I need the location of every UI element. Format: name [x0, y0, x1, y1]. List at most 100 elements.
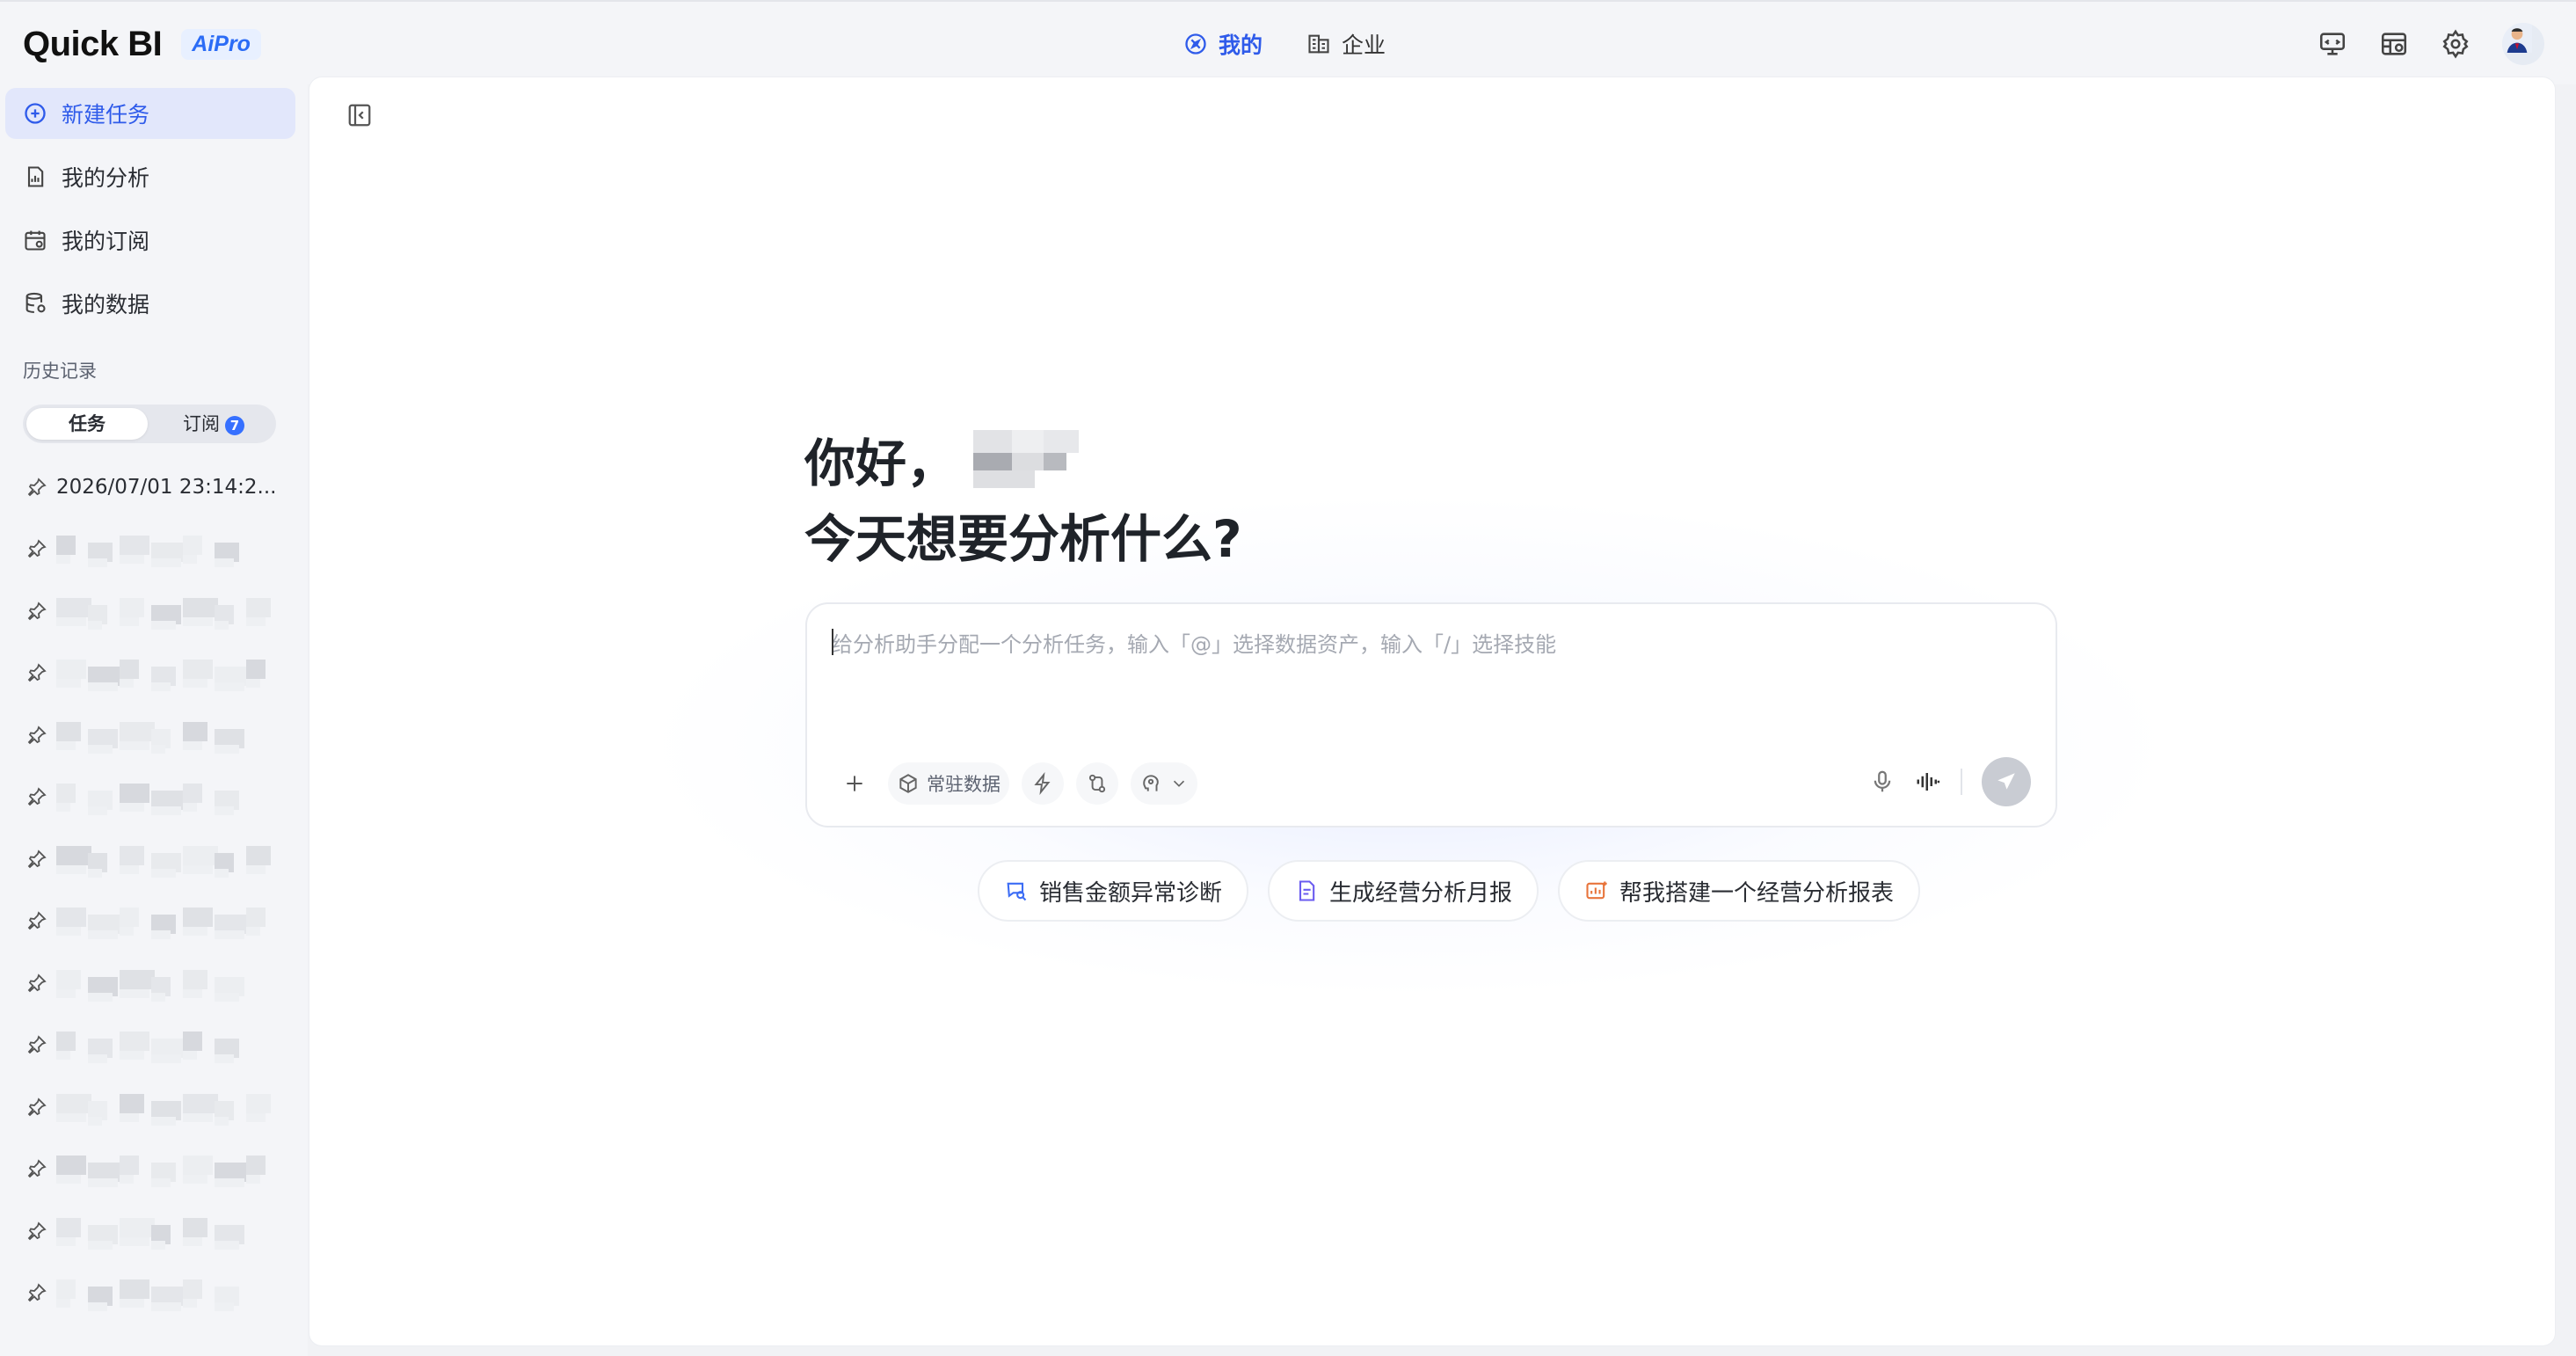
- model-select-button[interactable]: [1131, 762, 1197, 805]
- tab-mine[interactable]: 我的: [1183, 28, 1263, 60]
- tab-subscriptions[interactable]: 订阅 7: [155, 408, 273, 440]
- sidebar-item-new-task[interactable]: 新建任务: [5, 88, 295, 139]
- pin-icon: [27, 601, 47, 620]
- chevron-down-icon: [1173, 780, 1185, 787]
- history-item-redacted[interactable]: [26, 896, 290, 945]
- tab-subscriptions-label: 订阅: [183, 413, 220, 434]
- top-bar: Quick BI AiPro 我的 企业: [0, 0, 2576, 84]
- gear-icon[interactable]: [2441, 29, 2470, 59]
- pin-icon: [27, 478, 47, 497]
- dashboard-build-icon: [1586, 881, 1607, 900]
- add-attachment-button[interactable]: [833, 762, 876, 805]
- resident-data-button[interactable]: 常驻数据: [888, 762, 1009, 805]
- brain-icon: [1143, 775, 1159, 791]
- pin-icon: [27, 849, 47, 868]
- quick-skill-button[interactable]: [1022, 762, 1064, 805]
- workflow-button[interactable]: [1076, 762, 1118, 805]
- cube-icon: [899, 774, 917, 793]
- pin-icon: [27, 1159, 47, 1178]
- microphone-icon[interactable]: [1869, 769, 1896, 795]
- history-item-redacted[interactable]: [26, 1020, 290, 1069]
- pin-icon: [27, 539, 47, 558]
- pin-icon: [27, 1035, 47, 1054]
- workflow-icon: [1088, 774, 1106, 793]
- avatar[interactable]: [2502, 23, 2544, 65]
- sidebar-item-my-analysis[interactable]: 我的分析: [5, 151, 295, 202]
- tab-mine-label: 我的: [1219, 33, 1263, 58]
- voice-wave-icon[interactable]: [1915, 769, 1941, 795]
- redacted-title: [56, 778, 276, 815]
- task-input-box[interactable]: 给分析助手分配一个分析任务，输入「@」选择数据资产，输入「/」选择技能 常驻数据: [805, 602, 2057, 827]
- history-item-redacted[interactable]: [26, 1268, 290, 1317]
- suggestion-label: 销售金额异常诊断: [1039, 879, 1223, 907]
- suggestion-label: 帮我搭建一个经营分析报表: [1619, 879, 1895, 907]
- tab-enterprise-label: 企业: [1342, 33, 1386, 58]
- history-item-redacted[interactable]: [26, 1207, 290, 1256]
- resident-data-label: 常驻数据: [927, 774, 1001, 795]
- pin-icon: [27, 1097, 47, 1116]
- sidebar-item-label: 我的订阅: [62, 229, 150, 254]
- input-actions-left: 常驻数据: [833, 762, 1197, 805]
- suggestion-monthly-report[interactable]: 生成经营分析月报: [1268, 860, 1539, 922]
- redacted-title: [56, 841, 276, 878]
- monitor-icon[interactable]: [2318, 29, 2347, 59]
- plus-circle-icon: [25, 103, 46, 124]
- top-nav: 我的 企业: [1183, 28, 1386, 60]
- history-title: 历史记录: [23, 361, 97, 382]
- redacted-title: [56, 1213, 276, 1250]
- history-item-redacted[interactable]: [26, 648, 290, 697]
- brand-name: Quick BI: [23, 25, 163, 63]
- history-item-redacted[interactable]: [26, 835, 290, 884]
- redacted-title: [56, 593, 276, 630]
- redacted-title: [56, 965, 276, 1002]
- redacted-title: [56, 902, 276, 939]
- top-toolbar: [2318, 23, 2544, 65]
- task-input-placeholder[interactable]: 给分析助手分配一个分析任务，输入「@」选择数据资产，输入「/」选择技能: [832, 627, 1556, 658]
- sidebar-item-my-subscriptions[interactable]: 我的订阅: [5, 215, 295, 266]
- history-item-redacted[interactable]: [26, 524, 290, 573]
- history-item-redacted[interactable]: [26, 1144, 290, 1193]
- redacted-title: [56, 654, 276, 691]
- text-caret: [832, 629, 833, 655]
- brand-logo[interactable]: Quick BI AiPro: [23, 25, 261, 64]
- pin-icon: [27, 973, 47, 992]
- history-item-redacted[interactable]: [26, 1083, 290, 1132]
- table-icon[interactable]: [2379, 29, 2409, 59]
- redacted-title: [56, 1089, 276, 1126]
- pin-icon: [27, 787, 47, 806]
- report-doc-icon: [1299, 880, 1315, 901]
- redacted-title: [56, 530, 276, 567]
- history-item[interactable]: 2026/07/01 23:14:2...: [26, 463, 290, 512]
- suggestion-sales-diagnosis[interactable]: 销售金额异常诊断: [978, 860, 1249, 922]
- pin-icon: [27, 1283, 47, 1302]
- send-button[interactable]: [1982, 757, 2031, 806]
- brand-badge: AiPro: [181, 29, 261, 60]
- sidebar-item-my-data[interactable]: 我的数据: [5, 278, 295, 329]
- history-item-redacted[interactable]: [26, 772, 290, 821]
- subscriptions-count-badge: 7: [225, 416, 244, 435]
- greeting-text: 你好，: [804, 434, 958, 493]
- database-icon: [25, 292, 46, 313]
- redacted-title: [56, 1274, 276, 1311]
- history-item-redacted[interactable]: [26, 959, 290, 1008]
- redacted-username: [973, 430, 1080, 488]
- lightning-icon: [1034, 772, 1051, 795]
- pin-icon: [27, 1221, 47, 1240]
- sidebar-item-label: 新建任务: [62, 102, 150, 128]
- sidebar-item-label: 我的数据: [62, 292, 150, 317]
- divider: [1961, 769, 1962, 795]
- tab-enterprise[interactable]: 企业: [1306, 28, 1386, 60]
- user-avatar-icon: [2502, 23, 2532, 53]
- pin-icon: [27, 663, 47, 682]
- main-panel: 你好， 今天想要分析什么? 给分析助手分配一个分析任务，输入「@」选择数据资产，…: [309, 77, 2555, 1345]
- plus-icon: [847, 776, 862, 791]
- compass-icon: [1185, 33, 1206, 55]
- sidebar: 新建任务 我的分析 我的订阅 我的数据 历史记录 任务 订阅 7 2026/07/…: [0, 84, 308, 1356]
- suggestion-chips: 销售金额异常诊断 生成经营分析月报 帮我搭建一个经营分析报表: [978, 860, 1921, 922]
- tab-tasks[interactable]: 任务: [26, 408, 148, 440]
- history-item-redacted[interactable]: [26, 587, 290, 636]
- history-item-redacted[interactable]: [26, 711, 290, 760]
- suggestion-build-report[interactable]: 帮我搭建一个经营分析报表: [1558, 860, 1921, 922]
- redacted-title: [56, 717, 276, 754]
- collapse-sidebar-icon[interactable]: [346, 102, 373, 128]
